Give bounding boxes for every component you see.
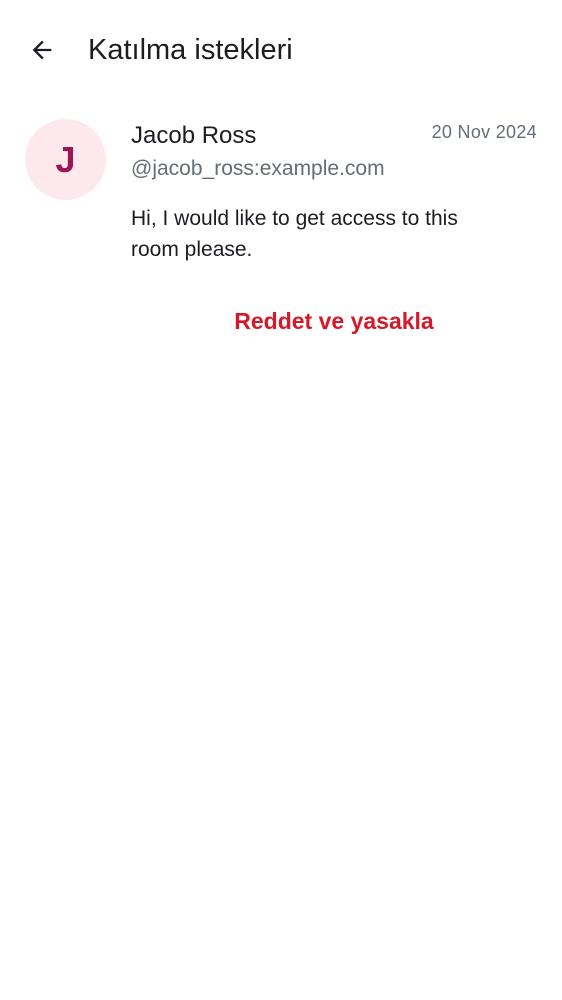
top-app-bar: Katılma istekleri [0, 0, 562, 100]
join-request-item: J Jacob Ross 20 Nov 2024 @jacob_ross:exa… [0, 100, 562, 360]
arrow-left-icon [32, 40, 52, 60]
request-message: Hi, I would like to get access to this r… [131, 207, 458, 261]
page-title: Katılma istekleri [88, 34, 293, 66]
requester-user-id: @jacob_ross:example.com [131, 157, 385, 180]
avatar-initial: J [55, 138, 76, 180]
decline-and-ban-button[interactable]: Reddet ve yasakla [131, 298, 537, 344]
requester-name: Jacob Ross [131, 122, 257, 149]
back-button[interactable] [20, 28, 64, 72]
request-date: 20 Nov 2024 [431, 122, 537, 142]
avatar: J [25, 119, 106, 200]
